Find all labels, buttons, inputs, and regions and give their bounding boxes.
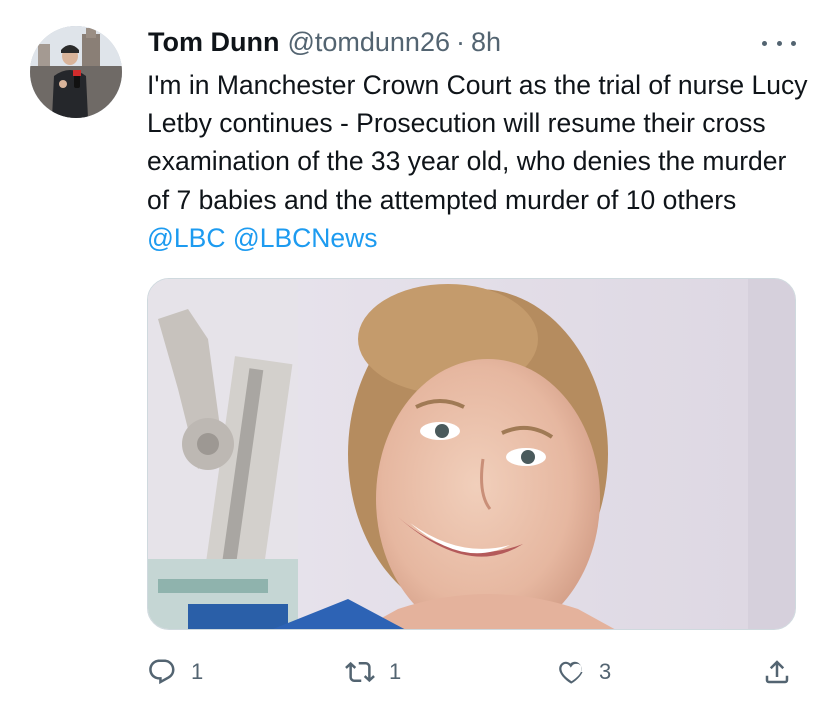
author-handle[interactable]: @tomdunn26 <box>287 27 450 58</box>
media-image <box>148 279 795 629</box>
mention-lbc[interactable]: @LBC <box>147 223 225 253</box>
like-count: 3 <box>599 659 612 684</box>
more-dot <box>762 40 767 46</box>
tweet-timestamp[interactable]: 8h <box>471 27 501 58</box>
more-dot <box>791 40 796 46</box>
mention-lbcnews[interactable]: @LBCNews <box>233 223 378 253</box>
tweet-actions: 1 1 3 <box>0 650 828 694</box>
tweet-header: Tom Dunn @tomdunn26 · 8h <box>148 27 501 61</box>
more-dot <box>776 40 782 46</box>
header-separator: · <box>455 27 465 57</box>
author-name[interactable]: Tom Dunn <box>148 27 279 58</box>
share-button[interactable] <box>762 650 792 694</box>
tweet-text: I'm in Manchester Crown Court as the tri… <box>147 66 815 257</box>
tweet-body: I'm in Manchester Crown Court as the tri… <box>147 70 808 215</box>
author-avatar[interactable] <box>30 26 122 118</box>
tweet-media-photo[interactable] <box>147 278 796 630</box>
retweet-icon <box>345 661 375 683</box>
reply-button[interactable]: 1 <box>147 650 203 694</box>
retweet-button[interactable]: 1 <box>345 650 401 694</box>
more-options-button[interactable] <box>762 30 796 56</box>
avatar-photo <box>30 26 122 118</box>
like-button[interactable]: 3 <box>555 650 611 694</box>
share-icon <box>765 660 789 684</box>
tweet-card[interactable]: Tom Dunn @tomdunn26 · 8h I'm in Manchest… <box>0 0 828 720</box>
reply-count: 1 <box>191 659 204 684</box>
heart-icon <box>559 661 583 684</box>
retweet-count: 1 <box>389 659 402 684</box>
reply-icon <box>149 659 175 685</box>
